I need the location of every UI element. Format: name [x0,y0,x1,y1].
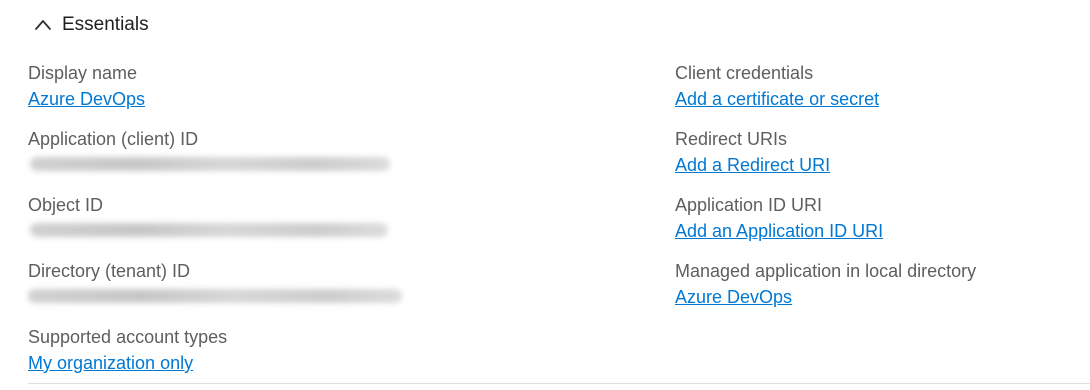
field-supported-account-types: Supported account types My organization … [28,324,628,390]
field-label: Supported account types [28,327,228,347]
field-label: Directory (tenant) ID [28,261,191,281]
field-application-id-uri: Application ID URI Add an Application ID… [675,192,1075,258]
field-managed-application: Managed application in local directory A… [675,258,1075,324]
display-name-link[interactable]: Azure DevOps [28,86,145,112]
field-label: Application (client) ID [28,129,199,149]
essentials-toggle[interactable]: Essentials [34,14,149,36]
supported-account-types-link[interactable]: My organization only [28,350,193,376]
essentials-left-column: Display name Azure DevOps Application (c… [28,60,628,390]
add-certificate-or-secret-link[interactable]: Add a certificate or secret [675,86,879,112]
field-label: Client credentials [675,63,814,83]
object-id-value-redacted [28,218,628,244]
field-application-client-id: Application (client) ID [28,126,628,192]
chevron-up-icon [34,17,52,33]
application-client-id-value-redacted [28,152,628,178]
field-object-id: Object ID [28,192,628,258]
essentials-right-column: Client credentials Add a certificate or … [675,60,1075,324]
field-client-credentials: Client credentials Add a certificate or … [675,60,1075,126]
field-label: Display name [28,63,138,83]
divider [28,383,1090,384]
field-label: Redirect URIs [675,129,788,149]
managed-application-link[interactable]: Azure DevOps [675,284,792,310]
essentials-title: Essentials [62,14,149,35]
directory-tenant-id-value-redacted [28,284,628,310]
add-redirect-uri-link[interactable]: Add a Redirect URI [675,152,830,178]
field-display-name: Display name Azure DevOps [28,60,628,126]
field-label: Application ID URI [675,195,823,215]
field-redirect-uris: Redirect URIs Add a Redirect URI [675,126,1075,192]
field-label: Object ID [28,195,104,215]
field-directory-tenant-id: Directory (tenant) ID [28,258,628,324]
field-label: Managed application in local directory [675,261,977,281]
add-application-id-uri-link[interactable]: Add an Application ID URI [675,218,883,244]
